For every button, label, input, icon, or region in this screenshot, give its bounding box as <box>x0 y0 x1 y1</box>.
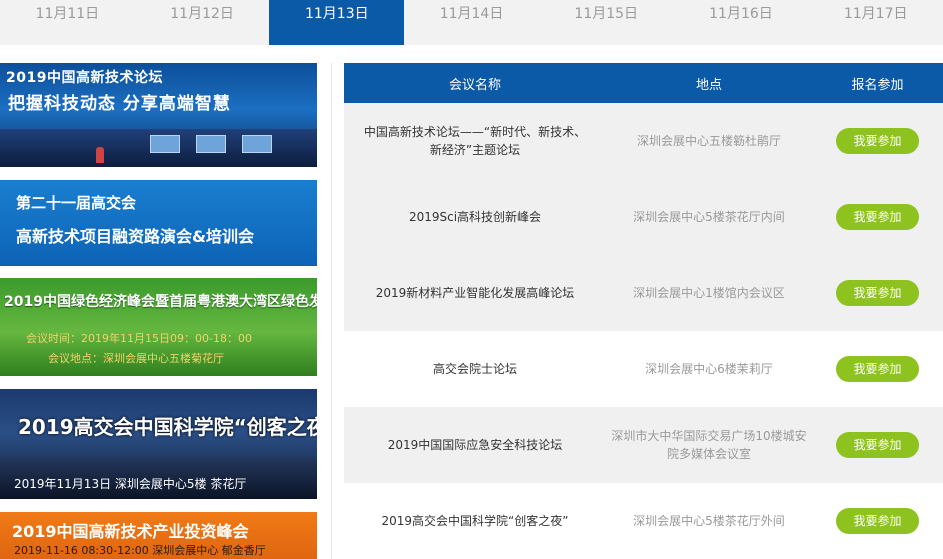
banner-investment-summit-info: 2019-11-16 08:30-12:00 深圳会展中心 郁金香厅 <box>14 544 266 557</box>
tab-nov-17[interactable]: 11月17日 <box>808 0 943 45</box>
conference-name: 2019中国国际应急安全科技论坛 <box>387 438 563 452</box>
conference-location: 深圳会展中心5楼茶花厅内间 <box>633 210 785 224</box>
conference-table: 会议名称 地点 报名参加 中国高新技术论坛——“新时代、新技术、新经济”主题论坛… <box>344 63 943 559</box>
conference-name: 2019新材料产业智能化发展高峰论坛 <box>375 286 575 300</box>
banner-green-summit-venue: 会议地点：深圳会展中心五楼菊花厅 <box>48 352 224 365</box>
join-button[interactable]: 我要参加 <box>836 280 919 306</box>
table-row: 2019中国国际应急安全科技论坛 深圳市大中华国际交易广场10楼城安院多媒体会议… <box>344 407 943 483</box>
conference-location: 深圳会展中心6楼茉莉厅 <box>645 362 773 376</box>
banner-investment-summit[interactable]: 2019中国高新技术产业投资峰会 2019-11-16 08:30-12:00 … <box>0 512 317 559</box>
screen-graphic <box>242 135 272 153</box>
conference-location: 深圳市大中华国际交易广场10楼城安院多媒体会议室 <box>611 429 807 461</box>
speaker-figure <box>96 147 104 163</box>
header-signup: 报名参加 <box>851 77 904 93</box>
conference-name: 2019高交会中国科学院“创客之夜” <box>381 514 569 528</box>
header-location: 地点 <box>695 77 722 93</box>
table-header: 会议名称 地点 报名参加 <box>344 63 943 103</box>
conference-name: 中国高新技术论坛——“新时代、新技术、新经济”主题论坛 <box>363 125 587 157</box>
join-button[interactable]: 我要参加 <box>836 356 919 382</box>
banner-green-summit-title: 2019中国绿色经济峰会暨首届粤港澳大湾区绿色发展论坛 <box>4 294 317 310</box>
screen-graphic <box>196 135 226 153</box>
conference-location: 深圳会展中心1楼馆内会议区 <box>633 286 785 300</box>
table-row: 2019Sci高科技创新峰会 深圳会展中心5楼茶花厅内间 我要参加 <box>344 179 943 255</box>
banner-maker-night-title: 2019高交会中国科学院“创客之夜” <box>18 415 317 439</box>
banner-roadshow-subtitle: 高新技术项目融资路演会&培训会 <box>16 227 254 246</box>
stage-photo <box>0 129 317 167</box>
banner-tech-forum-slogan: 把握科技动态 分享高端智慧 <box>8 94 231 114</box>
banner-maker-night[interactable]: 2019高交会中国科学院“创客之夜” 2019年11月13日 深圳会展中心5楼 … <box>0 389 317 499</box>
join-button[interactable]: 我要参加 <box>836 204 919 230</box>
tab-nov-11[interactable]: 11月11日 <box>0 0 135 45</box>
banner-roadshow-title: 第二十一届高交会 <box>16 194 137 212</box>
banner-investment-summit-title: 2019中国高新技术产业投资峰会 <box>12 522 249 541</box>
banner-green-summit[interactable]: 2019中国绿色经济峰会暨首届粤港澳大湾区绿色发展论坛 会议时间：2019年11… <box>0 278 317 376</box>
banner-maker-night-info: 2019年11月13日 深圳会展中心5楼 茶花厅 <box>14 477 247 491</box>
screen-graphic <box>150 135 180 153</box>
tab-nov-16[interactable]: 11月16日 <box>674 0 809 45</box>
conference-name: 高交会院士论坛 <box>432 362 517 376</box>
tab-nov-13[interactable]: 11月13日 <box>269 0 405 45</box>
table-row: 高交会院士论坛 深圳会展中心6楼茉莉厅 我要参加 <box>344 331 943 407</box>
table-row: 2019高交会中国科学院“创客之夜” 深圳会展中心5楼茶花厅外间 我要参加 <box>344 483 943 559</box>
conference-location: 深圳会展中心5楼茶花厅外间 <box>633 514 785 528</box>
join-button[interactable]: 我要参加 <box>836 508 919 534</box>
tab-nov-12[interactable]: 11月12日 <box>135 0 270 45</box>
banner-green-summit-time: 会议时间：2019年11月15日09：00-18：00 <box>26 332 252 345</box>
tab-nov-14[interactable]: 11月14日 <box>404 0 539 45</box>
banner-tech-forum[interactable]: 2019中国高新技术论坛 把握科技动态 分享高端智慧 <box>0 63 317 167</box>
join-button[interactable]: 我要参加 <box>836 128 919 154</box>
conference-location: 深圳会展中心五楼簕杜鹃厅 <box>636 134 781 148</box>
column-divider <box>331 63 332 559</box>
join-button[interactable]: 我要参加 <box>836 432 919 458</box>
table-row: 中国高新技术论坛——“新时代、新技术、新经济”主题论坛 深圳会展中心五楼簕杜鹃厅… <box>344 103 943 179</box>
tab-nov-15[interactable]: 11月15日 <box>539 0 674 45</box>
banner-tech-forum-title: 2019中国高新技术论坛 <box>6 70 163 86</box>
conference-name: 2019Sci高科技创新峰会 <box>408 210 542 224</box>
table-row: 2019新材料产业智能化发展高峰论坛 深圳会展中心1楼馆内会议区 我要参加 <box>344 255 943 331</box>
banner-roadshow[interactable]: 第二十一届高交会 高新技术项目融资路演会&培训会 <box>0 180 317 266</box>
header-name: 会议名称 <box>448 77 501 93</box>
date-tabs: 11月11日 11月12日 11月13日 11月14日 11月15日 11月16… <box>0 0 943 45</box>
